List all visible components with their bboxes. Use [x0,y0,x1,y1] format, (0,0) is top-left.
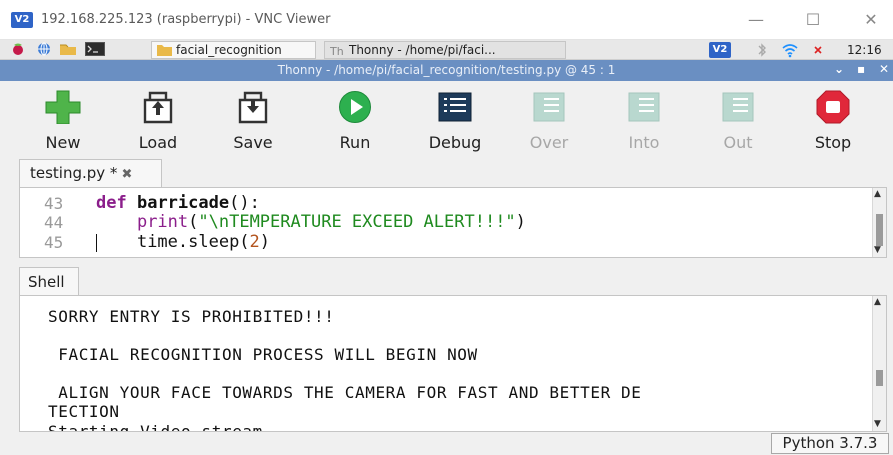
stop-label: Stop [814,133,852,152]
debug-icon [438,92,472,122]
debug-label: Debug [428,133,482,152]
code-line: def barricade(): [96,193,260,213]
close-window-button[interactable]: ✕ [856,8,886,32]
wifi-icon[interactable] [781,42,801,58]
folder-icon [157,45,172,56]
step-over-icon [533,92,565,122]
collapse-icon[interactable]: ⌄ [834,62,844,76]
load-label: Load [138,133,178,152]
scroll-down-icon[interactable]: ▼ [874,245,881,255]
new-label: New [45,133,81,152]
load-file-icon [143,91,173,124]
step-out-button[interactable]: Out [703,88,773,152]
vnc-window-title: 192.168.225.123 (raspberrypi) - VNC View… [41,12,331,27]
file-manager-icon[interactable] [58,42,78,58]
editor-tab-label: testing.py * [30,164,118,182]
out-label: Out [723,133,753,152]
taskbar-item-thonny[interactable]: Th Thonny - /home/pi/faci... [324,41,566,59]
thonny-title-bar: Thonny - /home/pi/facial_recognition/tes… [0,60,893,81]
raspberry-menu-icon[interactable] [10,42,26,58]
code-line: print("\nTEMPERATURE EXCEED ALERT!!!") [96,212,526,232]
step-into-button[interactable]: Into [609,88,679,152]
scroll-up-icon[interactable]: ▲ [874,297,881,307]
close-tab-icon[interactable]: ✖ [121,167,132,182]
shell-output-line: ALIGN YOUR FACE TOWARDS THE CAMERA FOR F… [48,383,642,402]
scroll-down-icon[interactable]: ▼ [874,419,881,429]
shell-tab-label: Shell [28,273,65,291]
builtin: print [136,212,189,232]
terminal-icon[interactable] [84,42,106,58]
string-literal: "\nTEMPERATURE EXCEED ALERT!!!" [198,212,516,232]
new-button[interactable]: New [28,88,98,152]
line-number: 44 [44,213,64,232]
close-icon[interactable]: ✕ [879,62,889,76]
code-editor[interactable]: 43 44 45 def barricade(): print("\nTEMPE… [19,187,887,258]
debug-button[interactable]: Debug [420,88,490,152]
run-label: Run [339,133,371,152]
svg-text:Th: Th [330,45,344,56]
editor-scrollbar[interactable]: ▲ ▼ [872,188,886,257]
stop-icon [816,90,850,124]
code-text: ( [188,212,199,232]
shell-output-line: TECTION [48,402,120,421]
code-text: time.sleep( [136,232,250,252]
shell-scrollbar[interactable]: ▲ ▼ [872,296,886,431]
shell-console[interactable]: SORRY ENTRY IS PROHIBITED!!! FACIAL RECO… [19,295,887,432]
taskbar-item-folder[interactable]: facial_recognition [151,41,316,59]
over-label: Over [529,133,569,152]
function-name: barricade [136,193,230,213]
run-button[interactable]: Run [320,88,390,152]
shell-output-line: Starting Video stream... [48,422,294,432]
scroll-thumb[interactable] [876,214,883,246]
taskbar-folder-label: facial_recognition [176,43,282,57]
tab-testing-py[interactable]: testing.py * ✖ [19,159,162,187]
shell-output-line: SORRY ENTRY IS PROHIBITED!!! [48,307,335,326]
line-number: 43 [44,194,64,213]
desktop-panel: facial_recognition Th Thonny - /home/pi/… [0,40,893,60]
thonny-toolbar: New Load Save Run Debug Over Into Out St… [0,81,893,155]
maximize-icon[interactable]: ▪ [857,62,865,76]
maximize-button[interactable]: ☐ [798,8,828,32]
bluetooth-icon[interactable] [756,42,770,58]
step-into-icon [628,92,660,122]
thonny-window-title: Thonny - /home/pi/facial_recognition/tes… [277,63,616,77]
keyword: def [96,193,127,213]
taskbar-thonny-label: Thonny - /home/pi/faci... [349,43,496,57]
code-line: time.sleep(2) [96,232,270,252]
vnc-title-bar: V2 192.168.225.123 (raspberrypi) - VNC V… [0,0,893,40]
thonny-icon: Th [330,45,344,56]
vnc-logo-icon: V2 [11,12,33,28]
interpreter-status[interactable]: Python 3.7.3 [771,433,889,454]
code-text: (): [229,193,260,213]
save-label: Save [233,133,273,152]
vnc-tray-icon[interactable]: V2 [709,42,731,58]
web-browser-icon[interactable] [36,42,52,58]
volume-muted-icon[interactable] [812,42,826,58]
into-label: Into [628,133,660,152]
line-number-gutter: 43 44 45 [20,188,80,257]
number-literal: 2 [249,232,260,252]
plus-icon [45,90,81,124]
load-button[interactable]: Load [123,88,193,152]
step-out-icon [722,92,754,122]
save-file-icon [238,91,268,124]
clock: 12:16 [847,43,882,57]
line-number: 45 [44,233,64,252]
scroll-thumb[interactable] [876,370,883,386]
save-button[interactable]: Save [218,88,288,152]
code-text: ) [515,212,526,232]
tab-shell[interactable]: Shell [19,267,79,296]
play-icon [339,91,371,123]
scroll-up-icon[interactable]: ▲ [874,189,881,199]
shell-output-line: FACIAL RECOGNITION PROCESS WILL BEGIN NO… [48,345,478,364]
stop-button[interactable]: Stop [798,88,868,152]
minimize-button[interactable]: — [741,8,771,32]
step-over-button[interactable]: Over [514,88,584,152]
code-text: ) [259,232,271,252]
text-cursor [96,234,97,252]
